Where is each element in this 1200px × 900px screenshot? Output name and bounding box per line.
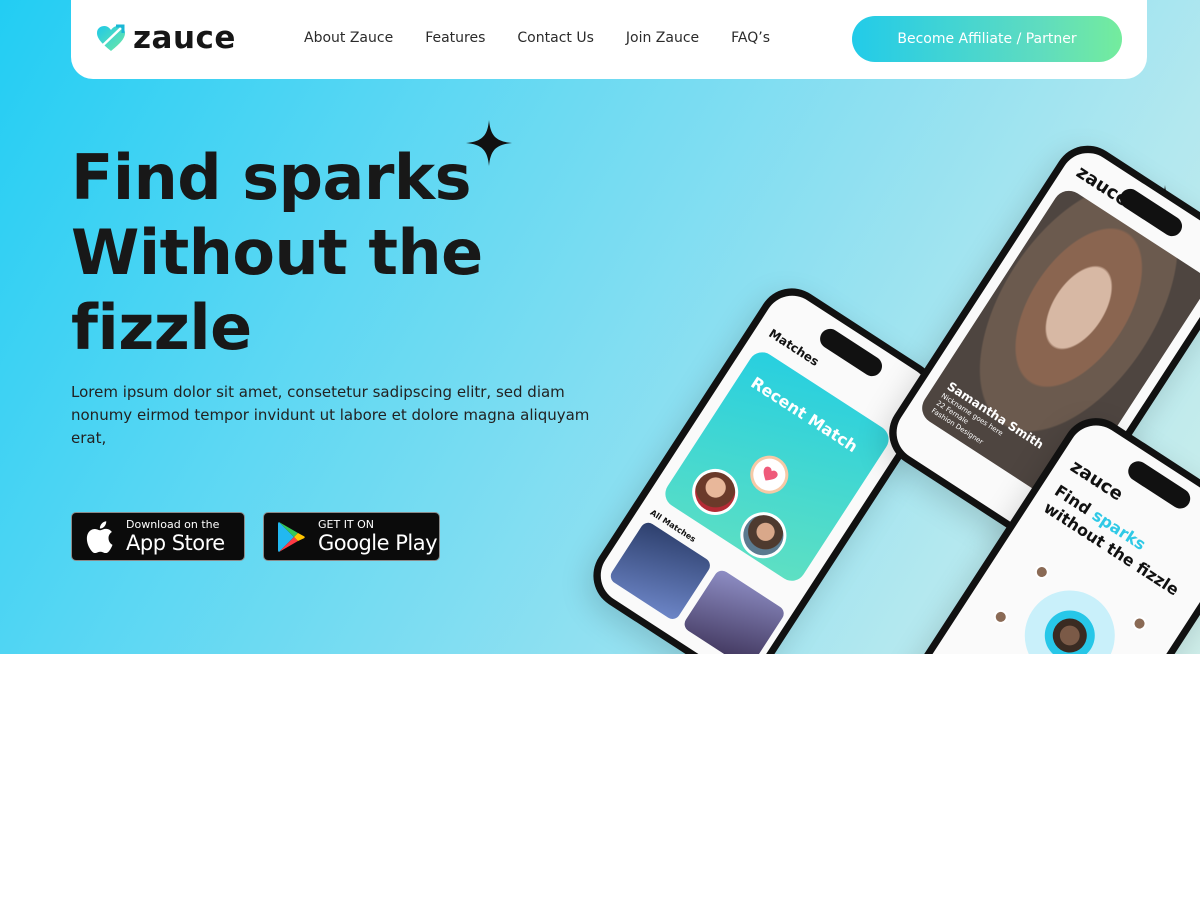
avatar (991, 607, 1011, 627)
avatar (1032, 562, 1052, 582)
headline-line-2: Without the (71, 216, 483, 289)
google-play-text: GET IT ON Google Play (318, 517, 438, 555)
top-nav: zauce About Zauce Features Contact Us Jo… (71, 0, 1147, 79)
app-store-text: Download on the App Store (126, 517, 225, 555)
nav-link-features[interactable]: Features (425, 30, 485, 46)
phone-screen: Matches Recent Match All Matches (590, 285, 940, 654)
hero-headline: Find sparks Without the fizzle (71, 140, 531, 365)
nav-link-join[interactable]: Join Zauce (626, 30, 699, 46)
phone-notch (1124, 457, 1195, 513)
nav-link-about[interactable]: About Zauce (304, 30, 393, 46)
brand-name: zauce (133, 19, 236, 56)
match-avatar (731, 503, 796, 568)
recent-match-card: Recent Match (660, 346, 894, 587)
hero-lead-text: Lorem ipsum dolor sit amet, consetetur s… (71, 383, 590, 447)
app-store-button[interactable]: Download on the App Store (71, 512, 245, 561)
avatar (1046, 611, 1094, 654)
avatar (1129, 613, 1150, 634)
hero-section: zauce About Zauce Features Contact Us Jo… (0, 0, 1200, 654)
nav-link-contact[interactable]: Contact Us (517, 30, 593, 46)
apple-icon (84, 520, 116, 553)
heart-arrow-icon (97, 24, 125, 51)
google-play-big: Google Play (318, 530, 438, 555)
brand-logo[interactable]: zauce (95, 18, 236, 58)
phone-matches-mockup: Matches Recent Match All Matches (580, 275, 950, 654)
phone-notch (816, 325, 886, 380)
headline-line-1: Find sparks (71, 141, 472, 214)
become-affiliate-button[interactable]: Become Affiliate / Partner (852, 16, 1122, 62)
lower-blank-area (0, 654, 1200, 900)
recent-match-label: Recent Match (747, 373, 862, 457)
orbit-graphic (1007, 573, 1133, 654)
orbit-core (1035, 600, 1105, 654)
sparkle-icon (466, 120, 512, 166)
google-play-icon (276, 521, 308, 553)
app-store-small: Download on the (126, 517, 220, 531)
heart-icon (743, 448, 796, 501)
nav-links: About Zauce Features Contact Us Join Zau… (304, 30, 802, 46)
nav-link-faq[interactable]: FAQ’s (731, 30, 770, 46)
app-store-big: App Store (126, 530, 225, 555)
google-play-small: GET IT ON (318, 517, 375, 531)
match-avatar (683, 460, 747, 524)
google-play-button[interactable]: GET IT ON Google Play (263, 512, 440, 561)
headline-line-3: fizzle (71, 291, 252, 364)
